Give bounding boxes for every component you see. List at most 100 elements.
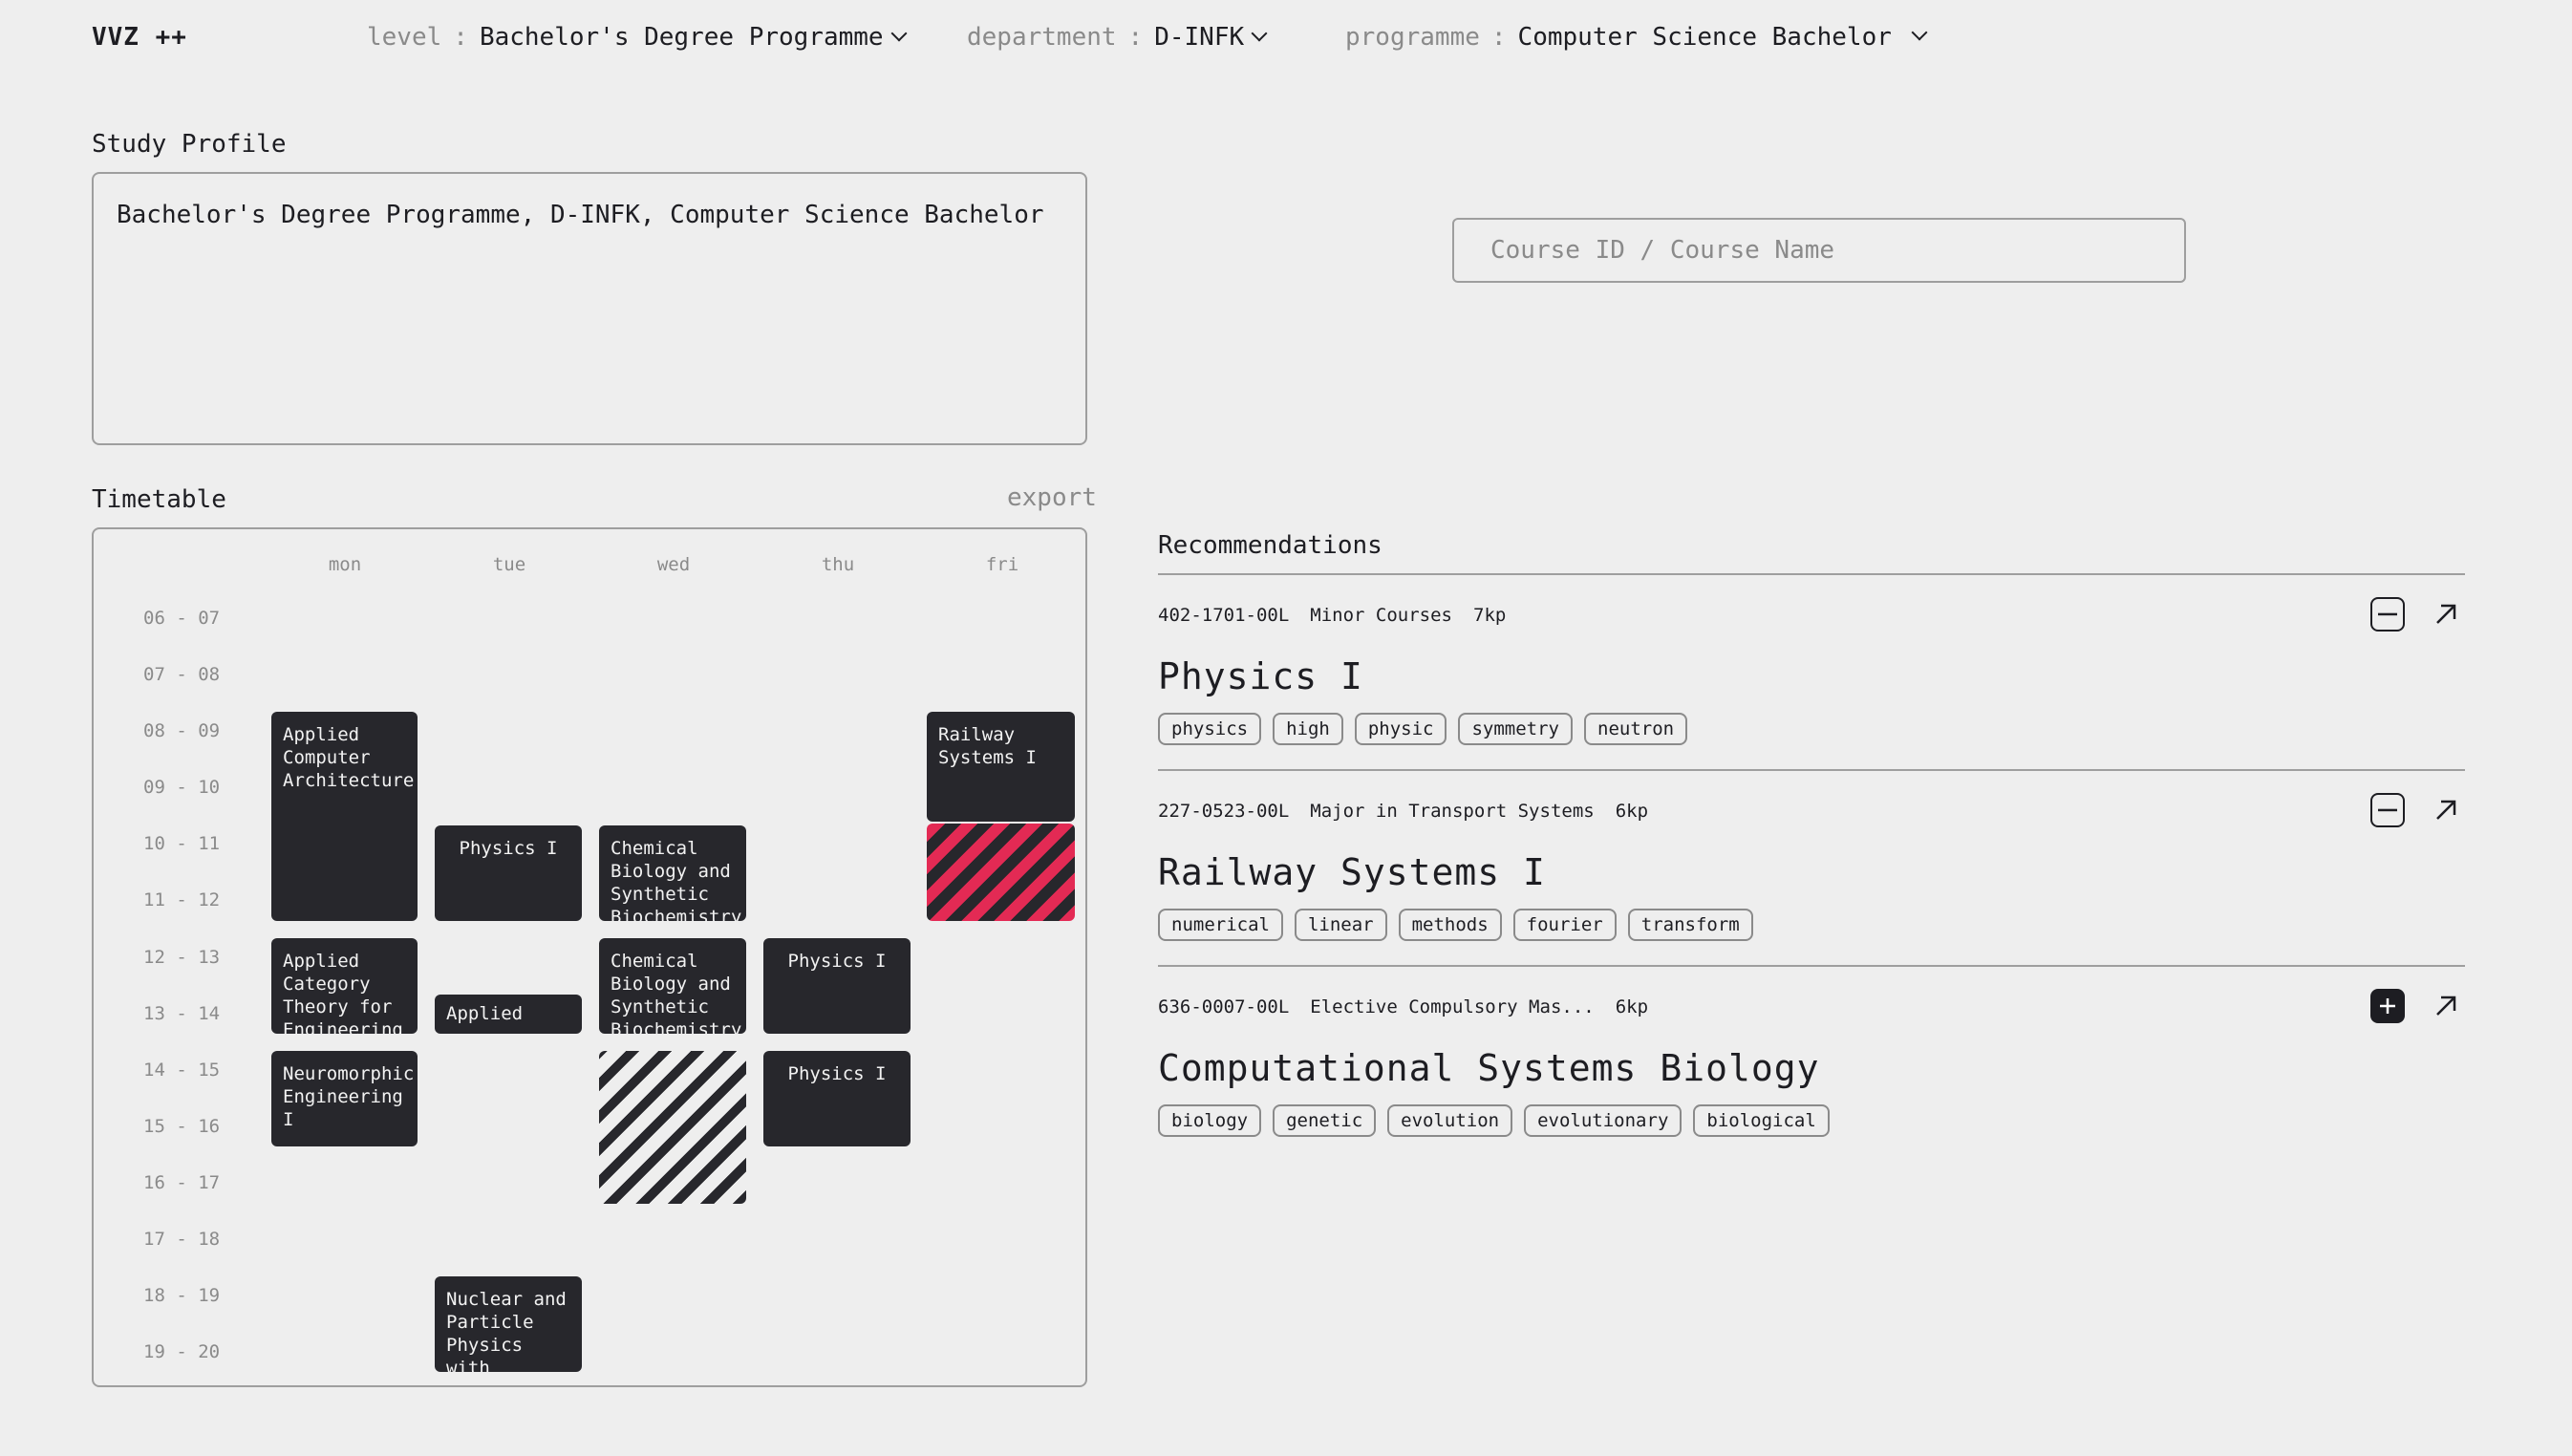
department-selector[interactable]: department : D-INFK <box>967 23 1268 52</box>
course-category: Elective Compulsory Mas... <box>1310 996 1595 1017</box>
course-id: 227-0523-00L <box>1158 801 1290 822</box>
tag[interactable]: high <box>1273 713 1343 745</box>
time-slot-label: 11 - 12 <box>143 889 221 910</box>
tag-list: numerical linear methods fourier transfo… <box>1158 909 1753 941</box>
course-name[interactable]: Computational Systems Biology <box>1158 1047 1819 1089</box>
app-logo[interactable]: VVZ ++ <box>92 23 187 52</box>
timetable-event[interactable]: Physics I <box>763 1051 911 1146</box>
department-separator: : <box>1127 23 1144 52</box>
time-slot-label: 16 - 17 <box>143 1172 221 1193</box>
level-separator: : <box>453 23 468 52</box>
course-id: 636-0007-00L <box>1158 996 1290 1017</box>
time-slot-label: 17 - 18 <box>143 1229 221 1250</box>
tag[interactable]: biology <box>1158 1104 1262 1137</box>
remove-course-button[interactable] <box>2370 793 2405 827</box>
tag[interactable]: fourier <box>1512 909 1617 941</box>
open-course-link[interactable] <box>2433 797 2459 827</box>
course-credits: 6kp <box>1615 996 1649 1017</box>
tag[interactable]: linear <box>1294 909 1387 941</box>
minus-icon <box>2378 808 2397 812</box>
department-key: department <box>967 23 1117 52</box>
divider <box>1158 965 2465 967</box>
tag[interactable]: biological <box>1693 1104 1830 1137</box>
open-course-link[interactable] <box>2433 993 2459 1023</box>
tag[interactable]: numerical <box>1158 909 1283 941</box>
timetable-event[interactable]: Chemical Biology and Synthetic Biochemis… <box>599 938 746 1034</box>
open-course-link[interactable] <box>2433 601 2459 632</box>
time-slot-label: 13 - 14 <box>143 1003 221 1024</box>
study-profile-textarea[interactable]: Bachelor's Degree Programme, D-INFK, Com… <box>92 172 1087 445</box>
programme-value: Computer Science Bachelor <box>1517 23 1892 52</box>
divider <box>1158 573 2465 575</box>
time-slot-label: 06 - 07 <box>143 608 221 629</box>
remove-course-button[interactable] <box>2370 597 2405 632</box>
level-selector[interactable]: level : Bachelor's Degree Programme <box>367 23 908 52</box>
timetable-event[interactable]: Applied <box>435 995 582 1034</box>
timetable-event[interactable]: Railway Systems I <box>927 712 1075 822</box>
day-header-fri: fri <box>985 554 1019 575</box>
recommendations-heading: Recommendations <box>1158 531 1382 560</box>
event-title: Physics I <box>787 1063 887 1084</box>
course-meta: 402-1701-00L Minor Courses 7kp <box>1158 605 1527 626</box>
timetable-event[interactable]: Physics I <box>763 938 911 1034</box>
conflict-block[interactable] <box>927 824 1075 921</box>
divider <box>1158 769 2465 771</box>
time-slot-label: 07 - 08 <box>143 664 221 685</box>
level-key: level <box>367 23 442 52</box>
time-slot-label: 19 - 20 <box>143 1341 221 1362</box>
programme-separator: : <box>1490 23 1507 52</box>
timetable-grid <box>92 527 1087 1387</box>
tag[interactable]: evolution <box>1387 1104 1513 1137</box>
day-header-tue: tue <box>492 554 526 575</box>
time-slot-label: 08 - 09 <box>143 720 221 741</box>
add-course-button[interactable] <box>2370 989 2405 1023</box>
event-title: Applied Computer Architecture <box>283 724 415 791</box>
tag[interactable]: physics <box>1158 713 1262 745</box>
course-name[interactable]: Physics I <box>1158 655 1363 697</box>
department-value: D-INFK <box>1154 23 1245 52</box>
study-profile-heading: Study Profile <box>92 130 287 159</box>
arrow-up-right-icon <box>2436 604 2456 624</box>
course-credits: 7kp <box>1473 605 1507 626</box>
timetable-event[interactable]: Nuclear and Particle Physics with Applic… <box>435 1276 582 1372</box>
course-name[interactable]: Railway Systems I <box>1158 851 1546 893</box>
timetable-event[interactable]: Applied Computer Architecture <box>271 712 418 921</box>
course-search-input[interactable] <box>1489 235 2150 266</box>
tag[interactable]: methods <box>1398 909 1502 941</box>
arrow-up-right-icon <box>2436 996 2456 1016</box>
tag[interactable]: evolutionary <box>1524 1104 1683 1137</box>
event-title: Applied <box>446 1003 524 1024</box>
timetable-event[interactable]: Applied Category Theory for Engineering <box>271 938 418 1034</box>
course-category: Minor Courses <box>1310 605 1452 626</box>
programme-selector[interactable]: programme : Computer Science Bachelor <box>1345 23 1892 52</box>
time-slot-label: 15 - 16 <box>143 1116 221 1137</box>
plus-icon <box>2380 998 2395 1014</box>
tag[interactable]: transform <box>1627 909 1753 941</box>
export-button[interactable]: export <box>1007 483 1097 512</box>
timetable-event[interactable]: Neuromorphic Engineering I <box>271 1051 418 1146</box>
course-meta: 636-0007-00L Elective Compulsory Mas... 6k… <box>1158 996 1669 1017</box>
event-title: Railway Systems I <box>938 724 1037 768</box>
tag[interactable]: symmetry <box>1458 713 1573 745</box>
timetable-event[interactable]: Physics I <box>435 825 582 921</box>
course-meta: 227-0523-00L Major in Transport Systems 6k… <box>1158 801 1669 822</box>
time-slot-label: 18 - 19 <box>143 1285 221 1306</box>
chevron-down-icon[interactable] <box>1911 24 1928 41</box>
tag[interactable]: genetic <box>1273 1104 1377 1137</box>
event-title: Applied Category Theory for Engineering <box>283 951 403 1034</box>
tag[interactable]: neutron <box>1584 713 1688 745</box>
chevron-down-icon <box>1251 25 1268 42</box>
chevron-down-icon <box>890 25 908 42</box>
time-slot-label: 10 - 11 <box>143 833 221 854</box>
busy-block[interactable] <box>599 1051 746 1204</box>
course-id: 402-1701-00L <box>1158 605 1290 626</box>
timetable-event[interactable]: Chemical Biology and Synthetic Biochemis… <box>599 825 746 921</box>
tag-list: biology genetic evolution evolutionary b… <box>1158 1104 1830 1137</box>
level-value: Bachelor's Degree Programme <box>479 23 884 52</box>
tag[interactable]: physic <box>1354 713 1447 745</box>
course-credits: 6kp <box>1615 801 1649 822</box>
day-header-mon: mon <box>328 554 362 575</box>
event-title: Chemical Biology and Synthetic Biochemis… <box>611 838 742 921</box>
course-search-field[interactable] <box>1452 218 2186 283</box>
event-title: Physics I <box>459 838 558 859</box>
